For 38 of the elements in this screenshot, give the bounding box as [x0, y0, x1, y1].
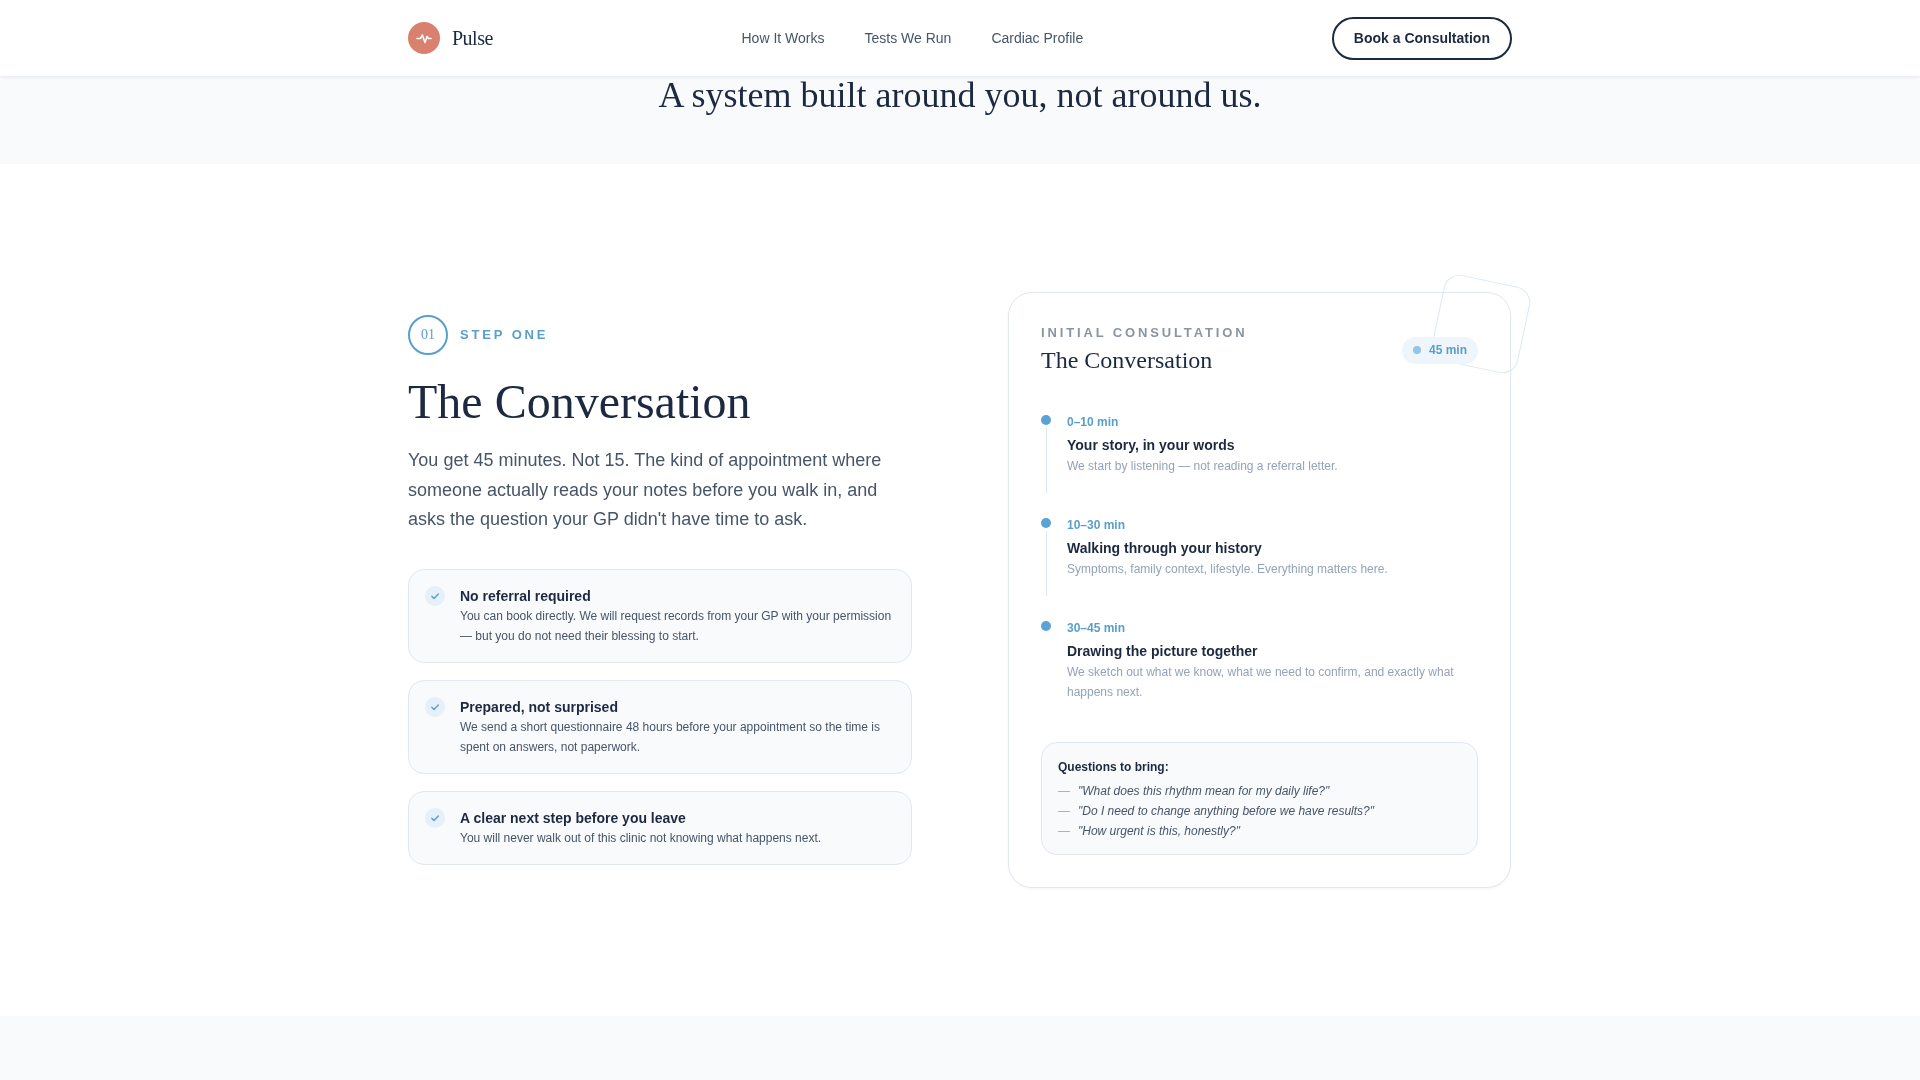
card-title: The Conversation [1041, 346, 1214, 375]
feature-title: A clear next step before you leave [460, 809, 687, 829]
timeline-title: Your story, in your words [1067, 436, 1236, 455]
duration-label: 45 min [1429, 342, 1467, 358]
step-label: STEP ONE [460, 326, 549, 343]
question-text: "Do I need to change anything before we have results?" [1078, 803, 1375, 820]
nav-link[interactable]: Tests We Run [864, 28, 952, 48]
heartbeat-logo-icon[interactable] [408, 22, 440, 54]
check-icon [425, 808, 445, 829]
nav-link[interactable]: Cardiac Profile [991, 28, 1084, 48]
feature-description: We send a short questionnaire 48 hours before your appointment so the time is spent on answers, not paperwork. [460, 719, 882, 757]
list-dash: — [1058, 783, 1070, 800]
book-consultation-button[interactable]: Book a Consultation [1331, 16, 1512, 60]
nav-link[interactable]: How It Works [741, 28, 825, 48]
timeline-time: 10–30 min [1067, 517, 1127, 534]
feature-title: Prepared, not surprised [460, 698, 619, 718]
check-icon [425, 697, 445, 718]
step-description: You get 45 minutes. Not 15. The kind of appointment where someone actually reads your notes before you walk in, and asks the question your GP didn't have time to ask. [408, 448, 883, 532]
card-eyebrow: INITIAL CONSULTATION [1041, 325, 1248, 341]
brand-name[interactable]: Pulse [452, 24, 493, 52]
timeline-time: 0–10 min [1067, 414, 1120, 431]
list-dash: — [1058, 823, 1070, 840]
timeline-description: We start by listening — not reading a referral letter. [1067, 458, 1338, 475]
section-heading: A system built around you, not around us. [657, 76, 1263, 114]
timeline-description: We sketch out what we know, what we need to confirm, and exactly what happens next. [1067, 664, 1455, 701]
question-text: "What does this rhythm mean for my daily life?" [1078, 783, 1330, 800]
timeline-title: Drawing the picture together [1067, 642, 1259, 661]
question-text: "How urgent is this, honestly?" [1078, 823, 1240, 840]
questions-heading: Questions to bring: [1058, 759, 1170, 776]
check-icon [425, 586, 445, 607]
timeline-description: Symptoms, family context, lifestyle. Everything matters here. [1067, 561, 1388, 578]
feature-description: You can book directly. We will request records from your GP with your permission — but you do not need their blessing to start. [460, 608, 893, 646]
list-dash: — [1058, 803, 1070, 820]
timeline-time: 30–45 min [1067, 620, 1127, 637]
feature-description: You will never walk out of this clinic not knowing what happens next. [460, 830, 822, 848]
feature-title: No referral required [460, 587, 592, 607]
step-title: The Conversation [408, 374, 752, 428]
timeline-title: Walking through your history [1067, 539, 1263, 558]
